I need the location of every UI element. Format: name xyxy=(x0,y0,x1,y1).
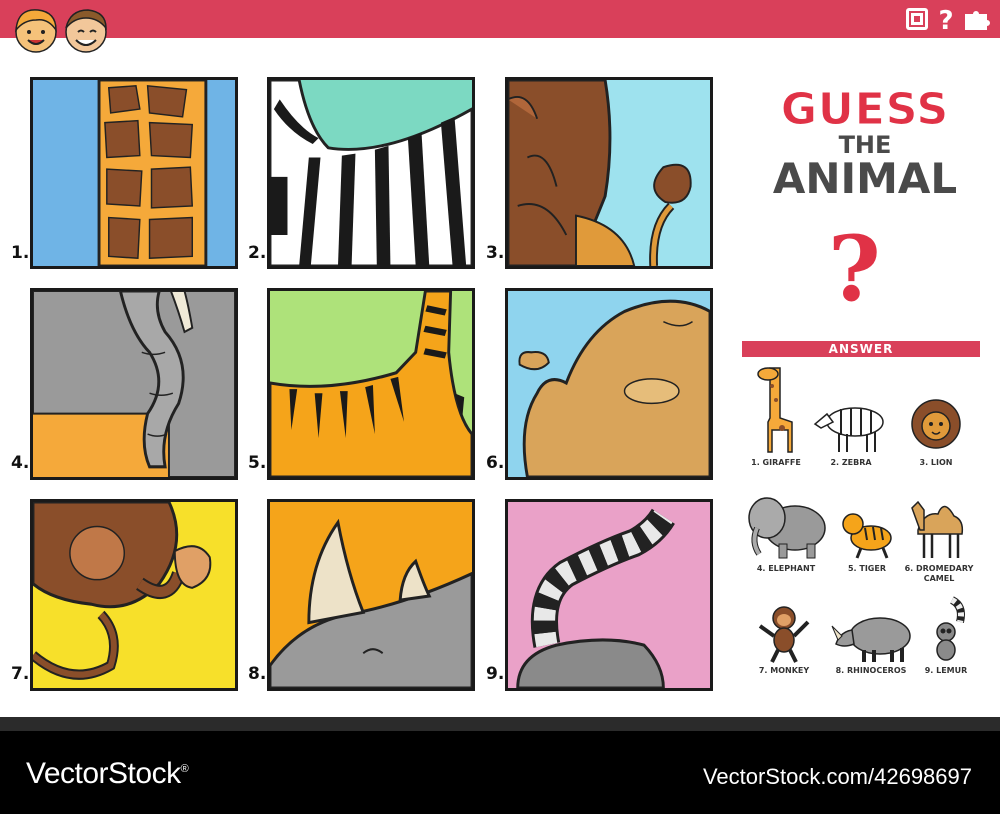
lemur-closeup xyxy=(508,502,710,688)
monkey-icon xyxy=(758,606,810,663)
answer-item-monkey: 7. MONKEY xyxy=(743,602,825,676)
puzzle-panel-tiger[interactable] xyxy=(267,288,475,480)
answer-item-rhinoceros: 8. RHINOCEROS xyxy=(830,610,912,676)
lion-closeup xyxy=(508,80,710,266)
puzzle-panel-lemur[interactable] xyxy=(505,499,713,691)
panel-number: 9. xyxy=(486,664,505,684)
panel-number: 8. xyxy=(248,664,267,684)
title-line-guess: GUESS xyxy=(780,84,950,135)
panel-number: 2. xyxy=(248,243,267,263)
header-icons: ? xyxy=(904,4,992,34)
answer-item-giraffe: 1. GIRAFFE xyxy=(735,364,817,468)
puzzle-panel-elephant[interactable] xyxy=(30,288,238,480)
elephant-closeup xyxy=(33,291,235,477)
brand-logo[interactable]: VectorStock® xyxy=(26,757,189,791)
answer-item-tiger: 5. TIGER xyxy=(826,506,908,574)
question-mark: ? xyxy=(828,216,881,322)
kids-logo xyxy=(15,9,107,53)
answer-label: 2. ZEBRA xyxy=(830,458,872,467)
zebra-icon xyxy=(813,407,884,452)
puzzle-panel-monkey[interactable] xyxy=(30,499,238,691)
answer-item-lemur: 9. LEMUR xyxy=(905,596,987,676)
puzzle-panel-zebra[interactable] xyxy=(267,77,475,269)
answer-heading: ANSWER xyxy=(742,341,980,357)
answer-item-lion: 3. LION xyxy=(895,396,977,468)
zebra-closeup xyxy=(270,80,472,266)
tiger-icon xyxy=(842,513,892,559)
brand-name: VectorStock xyxy=(26,757,181,790)
panel-number: 5. xyxy=(248,453,267,473)
puzzle-panel-camel[interactable] xyxy=(505,288,713,480)
elephant-icon xyxy=(748,497,826,559)
answer-label: 5. TIGER xyxy=(847,564,886,573)
panel-number: 4. xyxy=(11,453,30,473)
giraffe-closeup xyxy=(33,80,235,266)
lemur-icon xyxy=(936,596,965,661)
monkey-closeup xyxy=(33,502,235,688)
answer-label: 1. GIRAFFE xyxy=(751,458,801,467)
answer-item-zebra: 2. ZEBRA xyxy=(810,392,892,468)
panel-number: 1. xyxy=(11,243,30,263)
answer-label: 9. LEMUR xyxy=(924,666,968,675)
question-icon[interactable]: ? xyxy=(936,5,956,33)
answer-label: 8. RHINOCEROS xyxy=(835,666,907,675)
puzzle-icon[interactable] xyxy=(962,6,992,32)
camel-closeup xyxy=(508,291,710,477)
rhinoceros-icon xyxy=(831,617,911,662)
giraffe-icon xyxy=(757,367,793,453)
camel-icon xyxy=(911,500,964,558)
lion-icon xyxy=(911,399,961,449)
page-title: GUESS THE ANIMAL xyxy=(760,84,970,203)
puzzle-panel-giraffe[interactable] xyxy=(30,77,238,269)
answer-item-elephant: 4. ELEPHANT xyxy=(745,494,827,574)
registered-mark: ® xyxy=(180,763,189,775)
svg-text:?: ? xyxy=(938,6,953,33)
answer-label: 6. DROMEDARY CAMEL xyxy=(904,564,974,583)
title-line-animal: ANIMAL xyxy=(772,154,958,203)
frame-icon[interactable] xyxy=(904,6,930,32)
image-id: VectorStock.com/42698697 xyxy=(702,764,972,789)
panel-number: 3. xyxy=(486,243,505,263)
panel-number: 6. xyxy=(486,453,505,473)
answer-item-camel: 6. DROMEDARY CAMEL xyxy=(898,490,980,584)
header-bar xyxy=(0,0,1000,38)
answer-label: 4. ELEPHANT xyxy=(756,564,816,573)
footer-strip xyxy=(0,717,1000,731)
panel-number: 7. xyxy=(11,664,30,684)
puzzle-panel-rhinoceros[interactable] xyxy=(267,499,475,691)
tiger-closeup xyxy=(270,291,472,477)
rhinoceros-closeup xyxy=(270,502,472,688)
answer-label: 3. LION xyxy=(919,458,953,467)
answer-label: 7. MONKEY xyxy=(758,666,810,675)
puzzle-panel-lion[interactable] xyxy=(505,77,713,269)
